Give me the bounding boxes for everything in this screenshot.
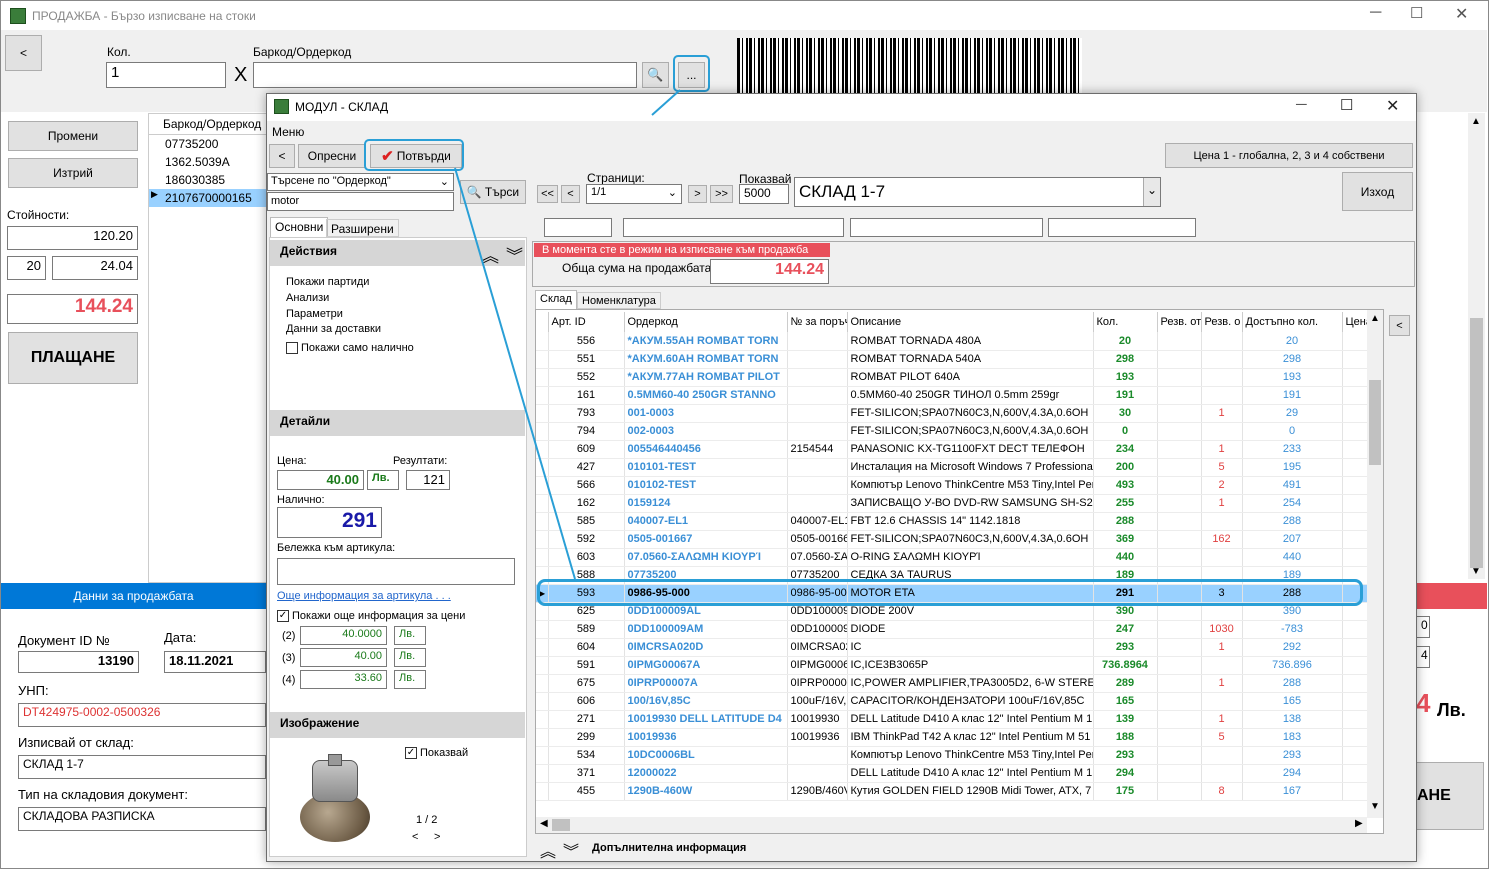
annotation-lines <box>454 89 681 580</box>
